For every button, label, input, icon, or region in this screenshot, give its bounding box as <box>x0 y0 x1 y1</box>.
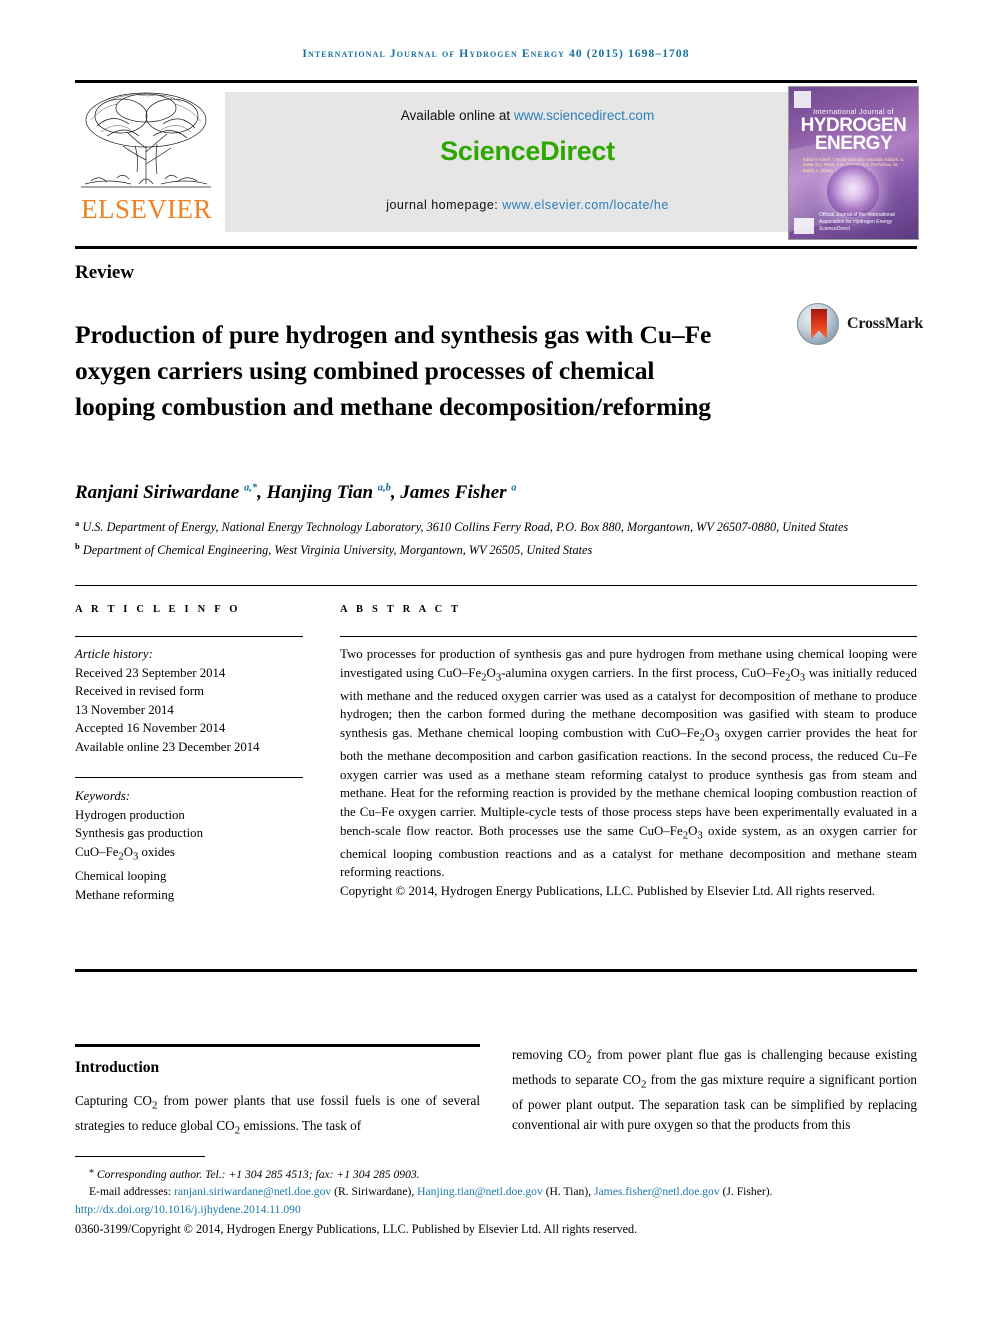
affiliation-marker-b: b <box>75 541 80 552</box>
cover-bottom-text: Official Journal of the International As… <box>819 212 895 232</box>
journal-homepage-label: journal homepage: <box>386 198 503 212</box>
article-history-line: Accepted 16 November 2014 <box>75 721 226 736</box>
email-link-tian[interactable]: Hanjing.tian@netl.doe.gov <box>417 1185 543 1198</box>
keywords-block: Keywords: Hydrogen production Synthesis … <box>75 787 315 904</box>
affiliation-b-text: Department of Chemical Engineering, West… <box>82 543 593 558</box>
email-name-tian: (H. Tian) <box>545 1185 589 1199</box>
info-abstract-top-rule <box>75 585 917 586</box>
introduction-paragraph-right: removing CO2 from power plant flue gas i… <box>512 1047 917 1132</box>
cover-elsevier-mark-icon <box>794 91 811 108</box>
crossmark-circle-icon <box>797 303 839 345</box>
journal-homepage-link[interactable]: www.elsevier.com/locate/he <box>502 198 669 212</box>
article-history-line: Available online 23 December 2014 <box>75 739 260 754</box>
keyword-item: Hydrogen production <box>75 807 185 822</box>
sciencedirect-band: Available online at www.sciencedirect.co… <box>225 92 830 232</box>
keywords-divider-rule <box>75 777 303 778</box>
footnote-rule <box>75 1156 205 1157</box>
sciencedirect-link[interactable]: www.sciencedirect.com <box>514 108 654 123</box>
email-name-fisher: (J. Fisher). <box>722 1185 773 1199</box>
article-history-line: 13 November 2014 <box>75 702 174 717</box>
abstract-heading: A B S T R A C T <box>340 604 462 615</box>
elsevier-logo: ELSEVIER <box>75 86 218 238</box>
article-history: Article history: Received 23 September 2… <box>75 645 315 757</box>
affiliation-a-text: U.S. Department of Energy, National Ener… <box>82 520 849 535</box>
abstract-rule <box>340 636 917 637</box>
keywords-label: Keywords: <box>75 789 130 803</box>
email-link-fisher[interactable]: James.fisher@netl.doe.gov <box>594 1185 720 1198</box>
journal-cover-image: International Journal of HYDROGEN ENERGY… <box>788 86 919 240</box>
email-addresses-note: E-mail addresses: ranjani.siriwardane@ne… <box>89 1185 773 1199</box>
affiliation-marker-a: a <box>75 518 80 528</box>
article-history-label: Article history: <box>75 647 153 661</box>
available-online-label: Available online at <box>400 108 514 123</box>
email-name-siriwardane: (R. Siriwardane) <box>334 1185 412 1199</box>
corresponding-author-text: Corresponding author. Tel.: +1 304 285 4… <box>96 1168 420 1181</box>
abstract-copyright: Copyright © 2014, Hydrogen Energy Public… <box>340 883 876 898</box>
cover-iahe-mark-icon <box>794 218 814 234</box>
introduction-paragraph-left: Capturing CO2 from power plants that use… <box>75 1093 480 1137</box>
keyword-item: Methane reforming <box>75 887 175 902</box>
introduction-heading: Introduction <box>75 1059 160 1076</box>
elsevier-tree-icon <box>81 92 211 188</box>
email-addresses-label: E-mail addresses: <box>89 1185 172 1199</box>
sciencedirect-wordmark: ScienceDirect <box>440 136 615 166</box>
email-link-siriwardane[interactable]: ranjani.siriwardane@netl.doe.gov <box>174 1185 331 1198</box>
affiliations: a U.S. Department of Energy, National En… <box>75 514 875 560</box>
available-online-line: Available online at www.sciencedirect.co… <box>225 108 830 123</box>
cover-sphere-graphic <box>827 165 879 217</box>
issn-copyright-line: 0360-3199/Copyright © 2014, Hydrogen Ene… <box>75 1221 638 1236</box>
keyword-item: Synthesis gas production <box>75 826 203 841</box>
doi-link[interactable]: http://dx.doi.org/10.1016/j.ijhydene.201… <box>75 1203 301 1216</box>
crossmark-badge[interactable]: CrossMark <box>797 303 923 345</box>
keyword-item: Chemical looping <box>75 868 167 883</box>
page-title: Production of pure hydrogen and synthesi… <box>75 320 712 422</box>
abstract-text: Two processes for production of synthesi… <box>340 647 918 880</box>
article-type-label: Review <box>75 262 135 283</box>
article-first-page: International Journal of Hydrogen Energy… <box>0 0 992 1323</box>
article-history-line: Received in revised form <box>75 684 204 699</box>
corresponding-author-note: * Corresponding author. Tel.: +1 304 285… <box>75 1166 917 1183</box>
keyword-item: CuO–Fe2O3 oxides <box>75 844 175 863</box>
article-type-rule <box>75 246 917 249</box>
running-head: International Journal of Hydrogen Energy… <box>302 48 690 60</box>
affiliation-a: a U.S. Department of Energy, National En… <box>75 514 875 537</box>
crossmark-label: CrossMark <box>847 315 924 332</box>
article-history-line: Received 23 September 2014 <box>75 665 226 680</box>
article-info-rule <box>75 636 303 637</box>
journal-homepage-line: journal homepage: www.elsevier.com/locat… <box>225 198 830 212</box>
elsevier-wordmark: ELSEVIER <box>81 194 212 224</box>
crossmark-ribbon-icon <box>811 309 827 339</box>
author-list: Ranjani Siriwardane a,*, Hanjing Tian a,… <box>75 482 517 503</box>
cover-journal-energy: ENERGY <box>814 133 893 154</box>
footnotes-block: * Corresponding author. Tel.: +1 304 285… <box>75 1166 917 1237</box>
abstract-body: Two processes for production of synthesi… <box>340 645 917 900</box>
article-info-heading: A R T I C L E I N F O <box>75 604 241 615</box>
abstract-bottom-rule <box>75 969 917 972</box>
body-column-right: removing CO2 from power plant flue gas i… <box>512 1045 917 1134</box>
masthead-top-rule <box>75 80 917 83</box>
body-column-left: Introduction Capturing CO2 from power pl… <box>75 1045 480 1141</box>
affiliation-b: b Department of Chemical Engineering, We… <box>75 537 875 560</box>
doi-link-wrapper: http://dx.doi.org/10.1016/j.ijhydene.201… <box>75 1202 917 1218</box>
asterisk-icon: * <box>89 1168 94 1179</box>
